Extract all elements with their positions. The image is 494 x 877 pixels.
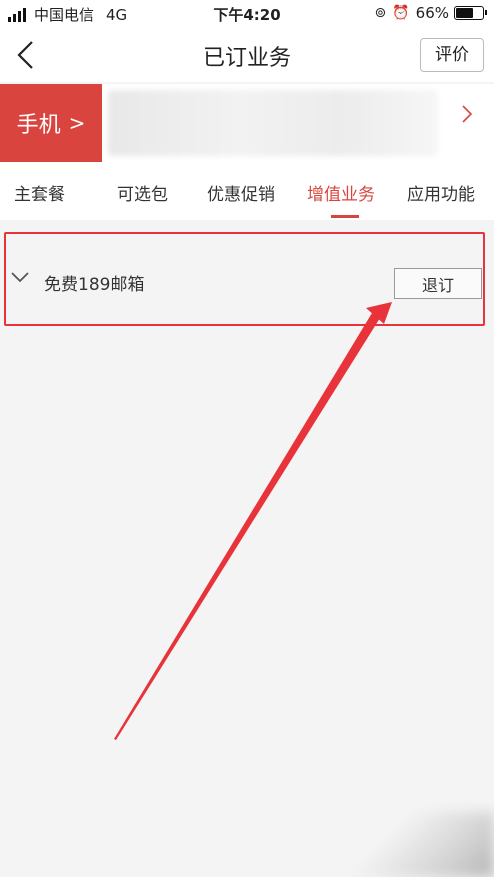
account-bar: 手机 > xyxy=(0,84,494,162)
rotation-lock-icon: ⊚ xyxy=(374,5,387,21)
tab-optional-packages[interactable]: 可选包 xyxy=(117,180,168,205)
rate-button[interactable]: 评价 xyxy=(420,38,484,72)
phone-tab[interactable]: 手机 > xyxy=(0,84,102,162)
account-info-blurred xyxy=(108,90,438,156)
tab-app-features[interactable]: 应用功能 xyxy=(407,180,475,205)
unsubscribe-button[interactable]: 退订 xyxy=(394,268,482,299)
phone-tab-label: 手机 xyxy=(16,113,61,138)
status-bar: 中国电信 4G 下午4:20 ⊚ ⏰ 66% xyxy=(0,0,494,28)
tab-promotions[interactable]: 优惠促销 xyxy=(207,180,275,205)
tab-main-plan[interactable]: 主套餐 xyxy=(14,180,65,205)
nav-bar: 已订业务 评价 xyxy=(0,28,494,82)
back-icon[interactable] xyxy=(14,40,38,70)
tab-value-added[interactable]: 增值业务 xyxy=(307,180,375,205)
tab-bar: 主套餐 可选包 优惠促销 增值业务 应用功能 xyxy=(0,162,494,220)
battery-icon xyxy=(454,6,487,20)
battery-fill xyxy=(456,8,474,18)
active-tab-indicator xyxy=(331,215,359,218)
chevron-right-icon[interactable] xyxy=(460,102,474,126)
chevron-down-icon[interactable] xyxy=(10,270,30,284)
chevron-right-icon: > xyxy=(68,111,86,135)
status-right: ⊚ ⏰ 66% xyxy=(374,4,487,22)
service-name: 免费189邮箱 xyxy=(44,275,145,295)
alarm-icon: ⏰ xyxy=(392,5,410,21)
bottom-shade xyxy=(350,812,494,877)
battery-percent: 66% xyxy=(415,4,449,22)
